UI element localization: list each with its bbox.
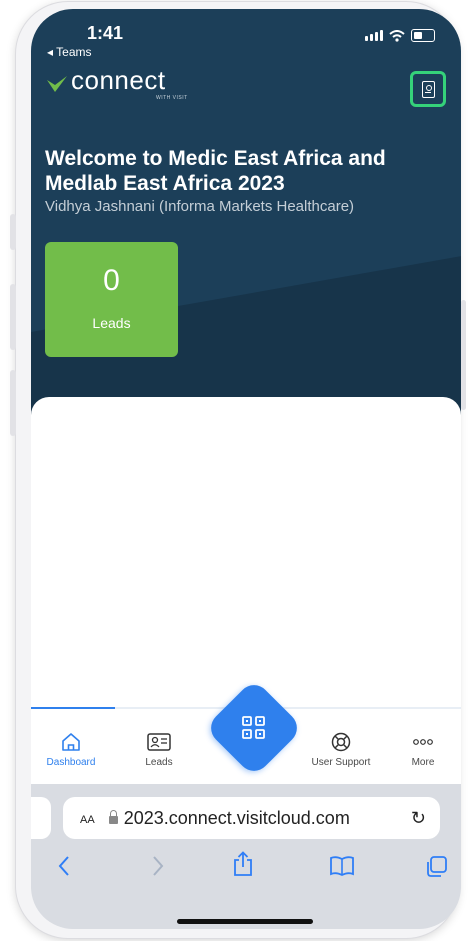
address-bar[interactable]: AA 2023.connect.visitcloud.com ↻ [63, 797, 440, 839]
battery-icon [411, 29, 435, 42]
mute-switch [10, 214, 16, 250]
phone-screen: 1:41 ◂ Teams connect WITH VISIT Welcome … [31, 9, 461, 929]
reader-settings-button[interactable]: AA [80, 810, 95, 827]
badge-icon [421, 80, 435, 98]
logo-text: connect [71, 65, 166, 95]
connect-logo: connect [45, 65, 166, 96]
nav-label-dashboard: Dashboard [46, 757, 96, 768]
status-time: 1:41 [87, 23, 124, 43]
dashboard-content [31, 397, 461, 717]
reload-icon[interactable]: ↻ [411, 808, 426, 829]
bookmarks-icon[interactable] [329, 855, 355, 883]
more-dots-icon [413, 739, 433, 745]
welcome-title: Welcome to Medic East Africa and Medlab … [45, 147, 386, 195]
badge-button[interactable] [410, 71, 446, 107]
leads-label: Leads [92, 315, 131, 331]
nav-item-leads[interactable]: Leads [119, 731, 199, 768]
nav-item-user-support[interactable]: User Support [301, 731, 381, 768]
lock-icon [108, 810, 118, 824]
cellular-signal-icon [365, 30, 383, 41]
welcome-subtitle: Vidhya Jashnani (Informa Markets Healthc… [45, 198, 355, 215]
back-icon[interactable] [57, 855, 71, 883]
nav-label-more: More [411, 757, 435, 768]
forward-icon[interactable] [151, 855, 165, 883]
tabs-icon[interactable] [424, 855, 448, 885]
status-icons [365, 29, 435, 42]
leads-count: 0 [103, 264, 120, 297]
wifi-icon [389, 29, 405, 42]
back-to-teams-link[interactable]: ◂ Teams [47, 45, 91, 59]
url-text: 2023.connect.visitcloud.com [123, 807, 350, 828]
home-indicator [177, 919, 313, 924]
aa-label: AA [80, 813, 95, 826]
nav-item-dashboard[interactable]: Dashboard [31, 731, 111, 768]
home-icon [62, 733, 80, 751]
lifebuoy-icon [331, 732, 351, 752]
volume-down-button [10, 370, 16, 436]
qr-scan-icon [242, 716, 265, 739]
contact-card-icon [147, 733, 171, 751]
leads-summary-card[interactable]: 0 Leads [45, 242, 178, 357]
dashboard-header: 1:41 ◂ Teams connect WITH VISIT Welcome … [31, 9, 461, 429]
previous-tab-preview[interactable] [31, 797, 51, 839]
nav-item-more[interactable]: More [393, 731, 453, 768]
share-icon[interactable] [232, 851, 254, 883]
nav-label-user-support: User Support [311, 757, 371, 768]
volume-up-button [10, 284, 16, 350]
nav-label-leads: Leads [145, 757, 173, 768]
check-logo-icon [47, 76, 67, 92]
nav-active-indicator [31, 707, 115, 709]
logo-subtext: WITH VISIT [156, 95, 188, 101]
power-button [461, 300, 466, 410]
